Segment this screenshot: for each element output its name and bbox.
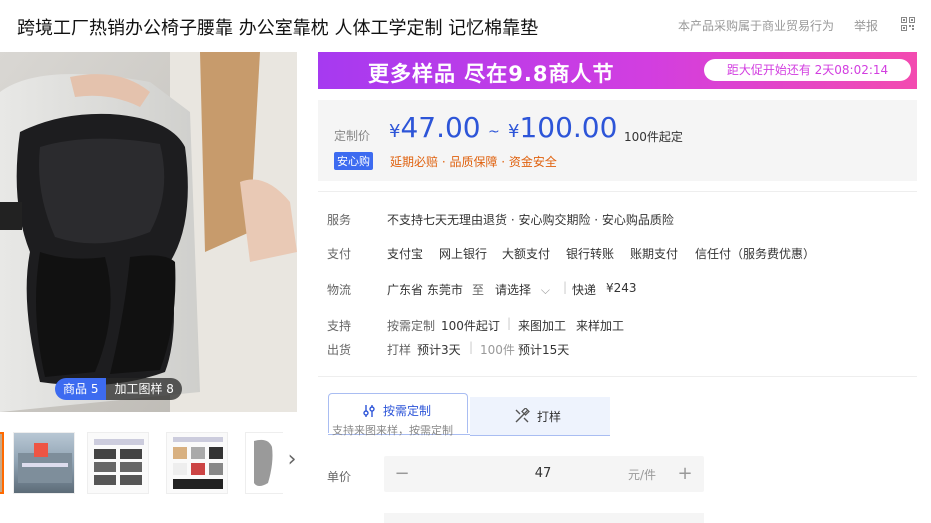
chevron-right-icon[interactable]: › [283, 447, 301, 473]
support-item: 来图加工 [518, 319, 567, 333]
secure-purchase-badge[interactable]: 安心购 [334, 152, 373, 170]
colors-thumb-image [173, 437, 223, 489]
tab-sample-title: 打样 [537, 410, 562, 424]
tab-custom-title: 按需定制 [383, 404, 432, 418]
thumbnail-spec-sheet[interactable] [87, 432, 149, 494]
thumbnail-colors[interactable] [166, 432, 228, 494]
separator: | [469, 340, 474, 354]
decrement-button[interactable]: − [394, 460, 410, 488]
min-order-qty: 100件起定 [624, 130, 683, 144]
payment-method: 大额支付 [502, 247, 551, 261]
price-high: ¥100.00 [508, 111, 617, 144]
product-title: 跨境工厂热销办公椅子腰靠 办公室靠枕 人体工学定制 记忆棉靠垫 [17, 18, 539, 39]
ship-origin: 广东省 东莞市 [387, 283, 463, 297]
destination-select[interactable]: 请选择 ⌵ [495, 281, 550, 298]
sample-tools-icon [515, 408, 530, 423]
separator: | [507, 316, 512, 330]
quantity-input[interactable]: 47 [520, 466, 566, 481]
payment-method: 银行转账 [566, 247, 615, 261]
ship-sample-label: 打样 [387, 343, 412, 357]
promo-countdown: 距大促开始还有 2天08:02:14 [704, 59, 924, 81]
price-low-value: 47.00 [400, 111, 481, 144]
image-count-badges: 商品 5 加工图样 8 [55, 378, 182, 400]
support-item: 100件起订 [441, 319, 500, 333]
next-row-stepper [384, 513, 704, 523]
factory-thumb-image [18, 443, 72, 483]
trade-note: 本产品采购属于商业贸易行为 [678, 19, 835, 33]
badge-samples[interactable]: 加工图样 8 [106, 378, 182, 400]
logistics-label: 物流 [327, 283, 352, 297]
payment-method: 信任付（服务费优惠） [695, 247, 816, 261]
tab-custom-subtitle: 支持来图来样，按需定制 [332, 424, 453, 437]
shipping-fee: ¥243 [606, 281, 637, 295]
separator: | [563, 280, 568, 294]
unit-price-label: 单价 [327, 470, 352, 484]
ship-bulk-days: 预计15天 [518, 343, 570, 357]
tab-sample[interactable]: 打样 [470, 397, 610, 436]
service-value: 不支持七天无理由退货 · 安心购交期险 · 安心购品质险 [387, 213, 674, 227]
unit-text: 元/件 [628, 468, 657, 482]
payment-method: 账期支付 [630, 247, 679, 261]
ship-sample-days: 预计3天 [417, 343, 461, 357]
secure-purchase-text[interactable]: 延期必赔 · 品质保障 · 资金安全 [390, 153, 557, 170]
spec-thumb-image [94, 439, 144, 485]
currency-symbol: ¥ [508, 121, 520, 142]
ship-label: 出货 [327, 343, 352, 357]
payment-method: 支付宝 [387, 247, 424, 261]
side-thumb-image [254, 439, 273, 486]
increment-button[interactable]: + [677, 460, 693, 488]
price-range-tilde: ~ [488, 124, 500, 140]
express-label: 快递 [572, 283, 597, 297]
payment-method: 网上银行 [439, 247, 488, 261]
support-label: 支持 [327, 319, 352, 333]
price-high-value: 100.00 [519, 111, 618, 144]
ship-to: 至 [472, 283, 485, 297]
thumbnail-selected[interactable] [0, 432, 4, 494]
divider [318, 191, 917, 192]
sliders-icon [363, 405, 375, 417]
main-product-image[interactable] [0, 52, 297, 412]
thumbnail-factory[interactable] [13, 432, 75, 494]
support-item: 按需定制 [387, 319, 436, 333]
service-label: 服务 [327, 213, 352, 227]
price-low: ¥47.00 [389, 111, 481, 144]
tab-custom-order[interactable]: 按需定制 支持来图来样，按需定制 [328, 393, 468, 437]
ship-bulk-label: 100件 [480, 343, 515, 357]
lumbar-cushion-photo [0, 52, 297, 412]
thumbnail-cushion-side[interactable] [245, 432, 283, 494]
qrcode-icon[interactable] [901, 17, 915, 31]
report-link[interactable]: 举报 [854, 17, 878, 34]
badge-products[interactable]: 商品 5 [55, 378, 107, 400]
currency-symbol: ¥ [389, 121, 401, 142]
divider [318, 376, 917, 377]
chevron-down-icon: ⌵ [540, 283, 550, 297]
support-item: 来样加工 [576, 319, 625, 333]
countdown-text: 距大促开始还有 2天08:02:14 [704, 59, 911, 81]
price-label: 定制价 [334, 129, 371, 143]
destination-value: 请选择 [495, 283, 532, 297]
promo-text: 更多样品 尽在9.8商人节 [368, 62, 615, 86]
payment-label: 支付 [327, 247, 352, 261]
